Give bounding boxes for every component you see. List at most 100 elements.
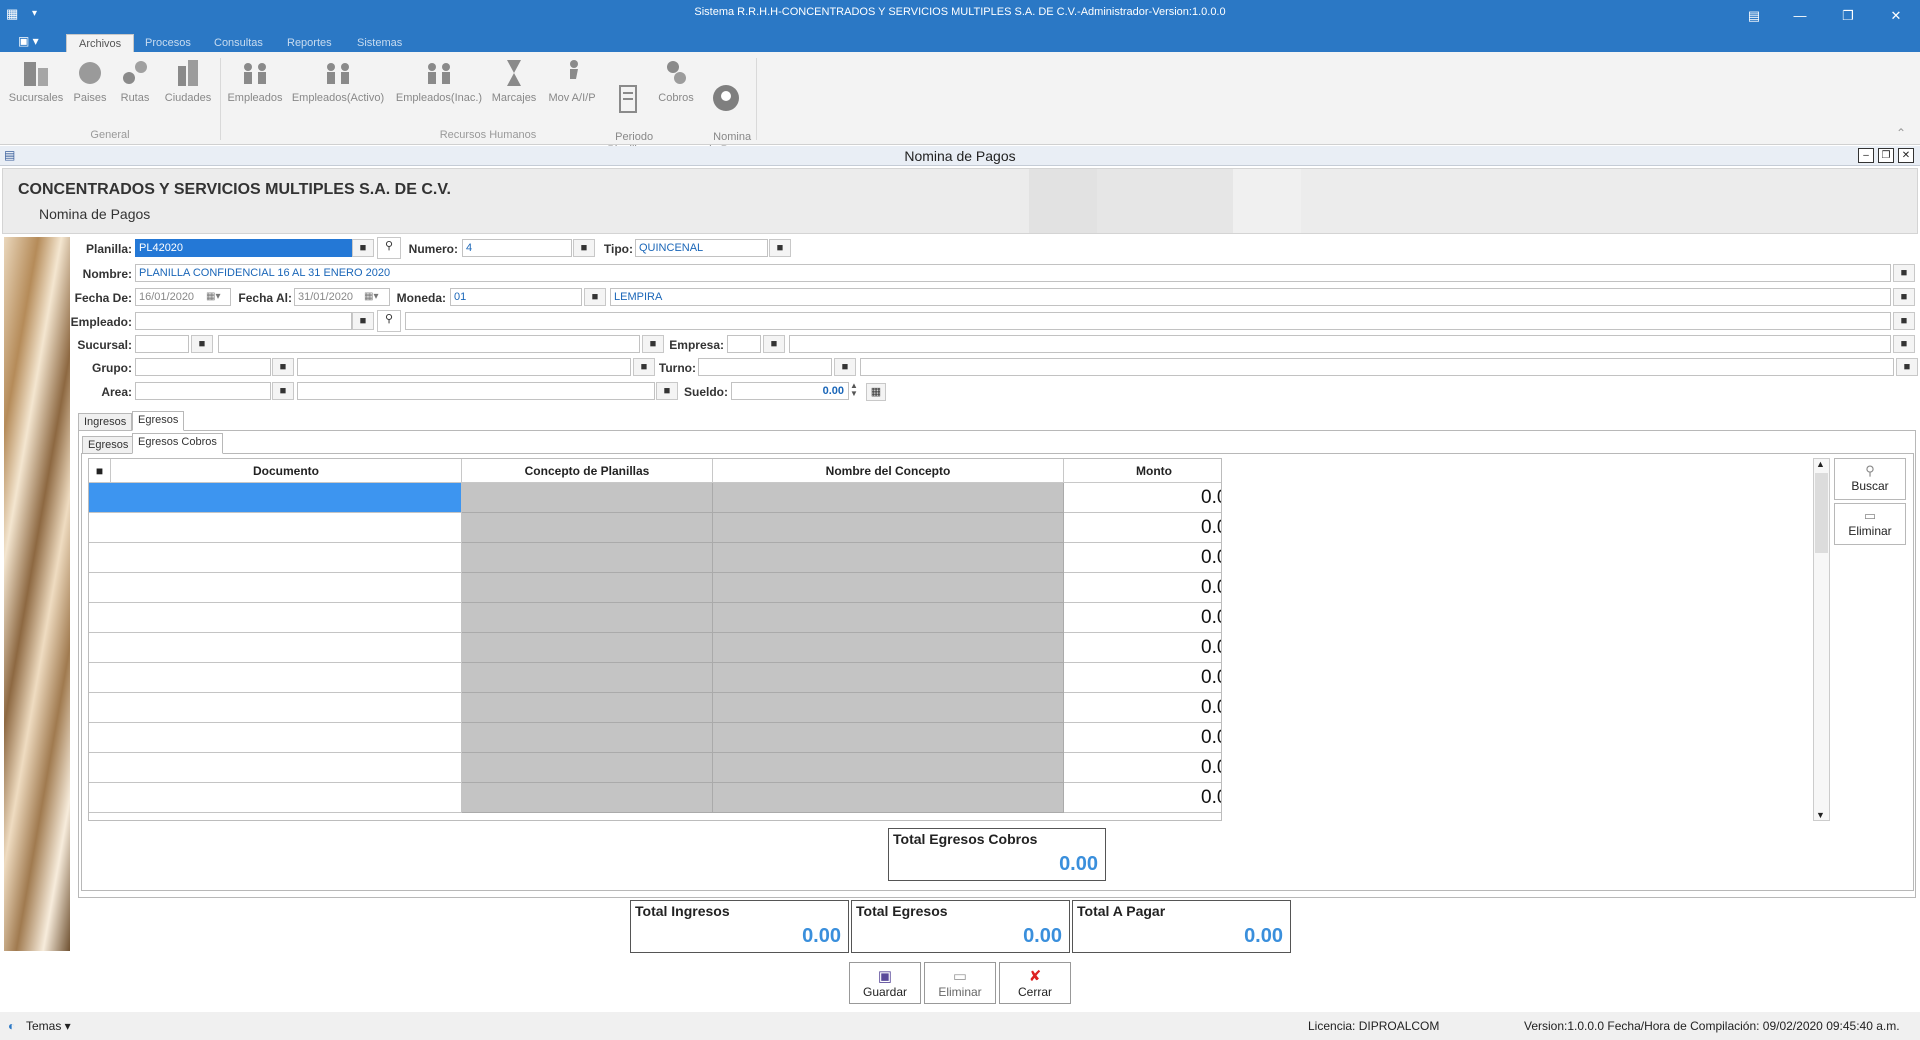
column-header-concepto[interactable]: Concepto de Planillas	[462, 459, 713, 483]
table-row[interactable]: 0.00	[89, 693, 1221, 723]
monto-cell[interactable]: 0.00	[1064, 483, 1221, 513]
sueldo-input[interactable]: 0.00	[731, 382, 849, 400]
documento-cell[interactable]	[89, 663, 462, 693]
empleado-input[interactable]	[135, 312, 352, 330]
tab-procesos[interactable]: Procesos	[133, 34, 203, 52]
sucursal-name-folder-button[interactable]: ■	[642, 335, 664, 353]
planilla-folder-button[interactable]: ■	[352, 239, 374, 257]
sucursal-code-input[interactable]	[135, 335, 189, 353]
calendar-dropdown-icon[interactable]: ▦▾	[364, 291, 378, 302]
cerrar-button[interactable]: ✘ Cerrar	[999, 962, 1071, 1004]
tab-reportes[interactable]: Reportes	[275, 34, 344, 52]
scroll-up-icon[interactable]: ▲	[1816, 459, 1825, 469]
empresa-folder-button[interactable]: ■	[763, 335, 785, 353]
monto-cell[interactable]: 0.00	[1064, 573, 1221, 603]
grupo-code-input[interactable]	[135, 358, 271, 376]
ribbon-paises-button[interactable]: Paises	[68, 58, 112, 105]
table-row[interactable]: 0.00	[89, 633, 1221, 663]
ribbon-mov-aip-button[interactable]: Mov A/I/P	[544, 58, 600, 105]
documento-cell[interactable]	[89, 483, 462, 513]
sueldo-spinner-icon[interactable]: ▲ ▼	[850, 382, 858, 398]
monto-cell[interactable]: 0.00	[1064, 723, 1221, 753]
planilla-input[interactable]: PL42020	[135, 239, 352, 257]
documento-cell[interactable]	[89, 633, 462, 663]
planilla-search-icon[interactable]: ⚲	[377, 237, 401, 259]
area-name-folder-button[interactable]: ■	[656, 382, 678, 400]
monto-cell[interactable]: 0.00	[1064, 693, 1221, 723]
ribbon-cobros-button[interactable]: Cobros	[656, 58, 696, 105]
tab-archivos[interactable]: Archivos	[66, 34, 135, 52]
empleado-search-icon[interactable]: ⚲	[377, 310, 401, 332]
table-row[interactable]: 0.00	[89, 723, 1221, 753]
monto-cell[interactable]: 0.00	[1064, 783, 1221, 813]
documento-cell[interactable]	[89, 543, 462, 573]
column-header-monto[interactable]: Monto	[1064, 459, 1221, 483]
ribbon-sucursales-button[interactable]: Sucursales	[6, 58, 66, 105]
scroll-thumb[interactable]	[1815, 473, 1828, 553]
empresa-code-input[interactable]	[727, 335, 761, 353]
sucursal-name-input[interactable]	[218, 335, 640, 353]
ribbon-display-options-icon[interactable]: ▤	[1734, 4, 1774, 28]
monto-cell[interactable]: 0.00	[1064, 633, 1221, 663]
nombre-folder-button[interactable]: ■	[1893, 264, 1915, 282]
grupo-name-folder-button[interactable]: ■	[633, 358, 655, 376]
sucursal-folder-button[interactable]: ■	[191, 335, 213, 353]
empresa-name-input[interactable]	[789, 335, 1891, 353]
eliminar-button[interactable]: ▭ Eliminar	[924, 962, 996, 1004]
moneda-code-input[interactable]: 01	[450, 288, 582, 306]
numero-folder-button[interactable]: ■	[573, 239, 595, 257]
tipo-input[interactable]: QUINCENAL	[635, 239, 768, 257]
ribbon-periodo-planillas-button[interactable]: Periodo Planillas	[602, 58, 654, 157]
temas-menu[interactable]: Temas ▾	[26, 1019, 71, 1033]
table-row[interactable]: 0.00	[89, 603, 1221, 633]
empleado-name-folder-button[interactable]: ■	[1893, 312, 1915, 330]
table-row[interactable]: 0.00	[89, 513, 1221, 543]
monto-cell[interactable]: 0.00	[1064, 753, 1221, 783]
documento-cell[interactable]	[89, 783, 462, 813]
buscar-button[interactable]: ⚲ Buscar	[1834, 458, 1906, 500]
empresa-name-folder-button[interactable]: ■	[1893, 335, 1915, 353]
tab-egresos-inner[interactable]: Egresos	[82, 436, 135, 454]
column-header-nombre-concepto[interactable]: Nombre del Concepto	[713, 459, 1064, 483]
ribbon-rutas-button[interactable]: Rutas	[114, 58, 156, 105]
turno-name-input[interactable]	[860, 358, 1894, 376]
guardar-button[interactable]: ▣ Guardar	[849, 962, 921, 1004]
table-row[interactable]: 0.00	[89, 543, 1221, 573]
documento-cell[interactable]	[89, 723, 462, 753]
moneda-folder-button[interactable]: ■	[584, 288, 606, 306]
monto-cell[interactable]: 0.00	[1064, 513, 1221, 543]
ribbon-empleados-activo-button[interactable]: Empleados(Activo)	[290, 58, 386, 105]
ribbon-marcajes-button[interactable]: Marcajes	[488, 58, 540, 105]
table-row[interactable]: 0.00	[89, 483, 1221, 513]
documento-cell[interactable]	[89, 513, 462, 543]
grid-folder-icon[interactable]: ■	[89, 459, 111, 483]
table-row[interactable]: 0.00	[89, 663, 1221, 693]
minimize-button[interactable]: —	[1780, 4, 1820, 28]
tab-egresos-cobros[interactable]: Egresos Cobros	[132, 433, 223, 454]
documento-cell[interactable]	[89, 753, 462, 783]
grupo-folder-button[interactable]: ■	[272, 358, 294, 376]
grupo-name-input[interactable]	[297, 358, 631, 376]
monto-cell[interactable]: 0.00	[1064, 543, 1221, 573]
tab-ingresos[interactable]: Ingresos	[78, 413, 133, 431]
numero-input[interactable]: 4	[462, 239, 572, 257]
documento-cell[interactable]	[89, 573, 462, 603]
monto-cell[interactable]: 0.00	[1064, 603, 1221, 633]
ribbon-nomina-pago-button[interactable]: Nomina de Pago	[700, 58, 752, 157]
empleado-name-input[interactable]	[405, 312, 1891, 330]
tab-egresos[interactable]: Egresos	[132, 411, 185, 431]
mdi-minimize-button[interactable]: –	[1858, 148, 1874, 163]
area-code-input[interactable]	[135, 382, 271, 400]
turno-name-folder-button[interactable]: ■	[1896, 358, 1918, 376]
table-row[interactable]: 0.00	[89, 573, 1221, 603]
tipo-folder-button[interactable]: ■	[769, 239, 791, 257]
table-row[interactable]: 0.00	[89, 783, 1221, 813]
documento-cell[interactable]	[89, 693, 462, 723]
column-header-documento[interactable]: Documento	[111, 459, 462, 483]
area-name-input[interactable]	[297, 382, 655, 400]
table-row[interactable]: 0.00	[89, 753, 1221, 783]
turno-folder-button[interactable]: ■	[834, 358, 856, 376]
ribbon-ciudades-button[interactable]: Ciudades	[160, 58, 216, 105]
turno-code-input[interactable]	[698, 358, 832, 376]
ribbon-empleados-button[interactable]: Empleados	[226, 58, 284, 105]
